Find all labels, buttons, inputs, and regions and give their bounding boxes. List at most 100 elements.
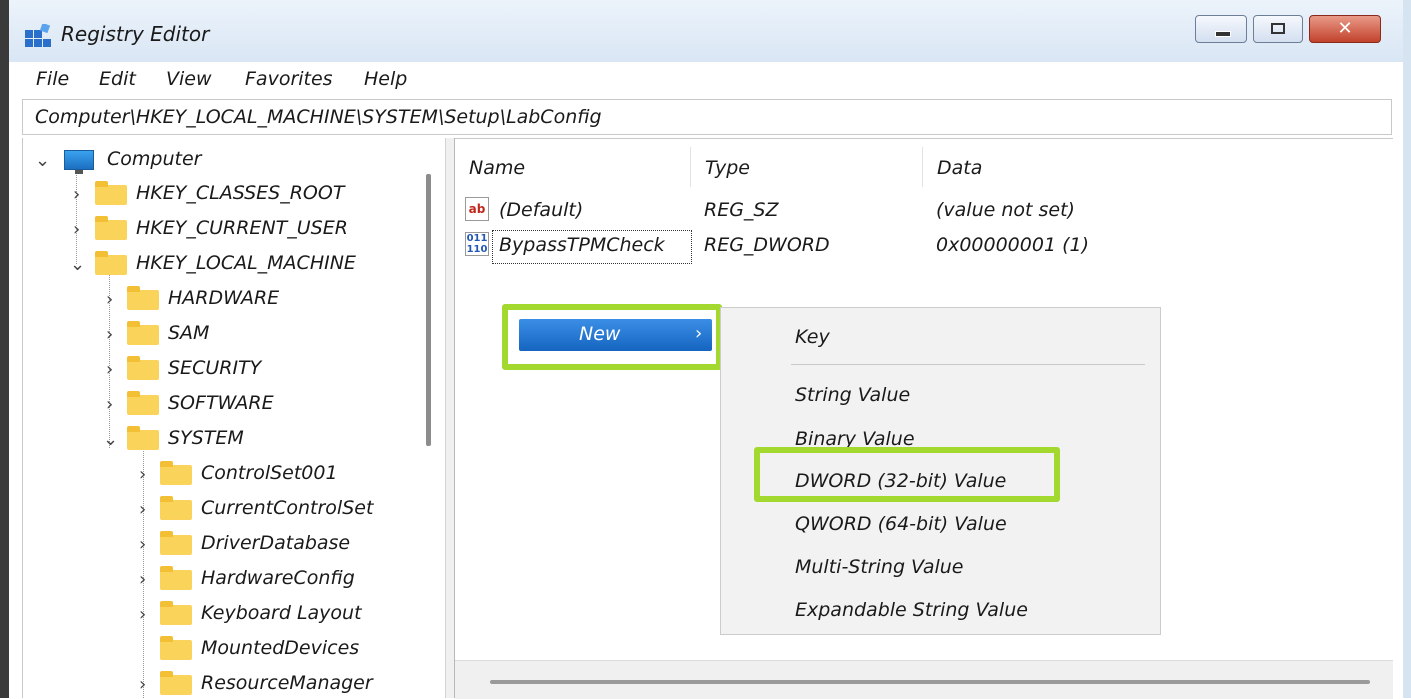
menu-file[interactable]: File: [36, 68, 69, 90]
tree-label: SECURITY: [168, 357, 262, 379]
maximize-button[interactable]: [1253, 15, 1303, 43]
chevron-down-icon: ⌄: [70, 254, 86, 275]
chevron-right-icon: ›: [139, 499, 147, 520]
highlight-dword: [754, 447, 1060, 502]
chevron-right-icon: ›: [139, 569, 147, 590]
key-tree[interactable]: ⌄ Computer › HKEY_CLASSES_ROOT › HKEY_CU…: [22, 138, 446, 698]
string-value-icon: ab: [465, 197, 489, 221]
value-name: (Default): [499, 199, 584, 221]
tree-item-driverdatabase[interactable]: › DriverDatabase: [23, 530, 423, 560]
tree-item-computer[interactable]: ⌄ Computer: [23, 146, 423, 176]
binary-value-icon: 011 110: [465, 232, 489, 256]
folder-icon: [160, 601, 192, 625]
chevron-right-icon: ›: [139, 674, 147, 695]
tree-item-controlset001[interactable]: › ControlSet001: [23, 460, 423, 490]
folder-icon: [127, 286, 159, 310]
pane-splitter[interactable]: [445, 138, 455, 698]
chevron-right-icon: ›: [106, 394, 114, 415]
value-row[interactable]: ab (Default) REG_SZ (value not set): [465, 197, 1365, 227]
value-data: 0x00000001 (1): [936, 234, 1089, 256]
chevron-right-icon: ›: [139, 464, 147, 485]
tree-item-currentcontrolset[interactable]: › CurrentControlSet: [23, 495, 423, 525]
chevron-right-icon: ›: [73, 184, 81, 205]
submenu-item-expandable-string-value[interactable]: Expandable String Value: [795, 599, 1028, 621]
tree-item-security[interactable]: › SECURITY: [23, 355, 423, 385]
menu-favorites[interactable]: Favorites: [245, 68, 333, 90]
menu-view[interactable]: View: [166, 68, 212, 90]
chevron-right-icon: ›: [139, 534, 147, 555]
value-type: REG_SZ: [704, 199, 779, 221]
minimize-icon: [1215, 31, 1231, 37]
menu-edit[interactable]: Edit: [99, 68, 136, 90]
horizontal-scrollbar[interactable]: [490, 680, 1370, 684]
tree-label: ControlSet001: [201, 462, 338, 484]
address-path: Computer\HKEY_LOCAL_MACHINE\SYSTEM\Setup…: [35, 106, 602, 128]
submenu-item-qword-value[interactable]: QWORD (64-bit) Value: [795, 513, 1007, 535]
tree-item-hardware[interactable]: › HARDWARE: [23, 285, 423, 315]
submenu-item-string-value[interactable]: String Value: [795, 384, 910, 406]
tree-item-system[interactable]: ⌄ SYSTEM: [23, 425, 423, 455]
window-right-edge: [1403, 0, 1411, 698]
menu-bar: File Edit View Favorites Help: [9, 62, 1403, 98]
column-header-type[interactable]: Type: [705, 157, 750, 179]
folder-icon: [95, 251, 127, 275]
tree-item-mounteddevices[interactable]: MountedDevices: [23, 635, 423, 665]
window-left-edge: [0, 0, 9, 698]
tree-label: MountedDevices: [201, 637, 360, 659]
tree-label: HKEY_CLASSES_ROOT: [136, 182, 345, 204]
chevron-down-icon: ⌄: [35, 150, 51, 171]
highlight-new: [502, 304, 722, 370]
folder-icon: [127, 391, 159, 415]
tree-label: SOFTWARE: [168, 392, 274, 414]
folder-icon: [160, 496, 192, 520]
tree-guide: [76, 164, 77, 264]
chevron-right-icon: ›: [73, 219, 81, 240]
value-row[interactable]: 011 110 BypassTPMCheck REG_DWORD 0x00000…: [465, 230, 1365, 264]
folder-icon: [160, 636, 192, 660]
tree-label: HardwareConfig: [201, 567, 355, 589]
column-header-name[interactable]: Name: [469, 157, 525, 179]
submenu-separator: [791, 364, 1145, 365]
chevron-right-icon: ›: [106, 324, 114, 345]
menu-help[interactable]: Help: [364, 68, 407, 90]
tree-label: Computer: [107, 148, 202, 170]
tree-label: HARDWARE: [168, 287, 280, 309]
folder-icon: [127, 321, 159, 345]
tree-label: ResourceManager: [201, 672, 373, 694]
maximize-icon: [1271, 23, 1285, 34]
folder-icon: [127, 426, 159, 450]
submenu-item-key[interactable]: Key: [795, 326, 830, 348]
tree-item-resourcemanager[interactable]: › ResourceManager: [23, 670, 423, 698]
tree-item-hardwareconfig[interactable]: › HardwareConfig: [23, 565, 423, 595]
tree-label: HKEY_CURRENT_USER: [136, 217, 348, 239]
folder-icon: [160, 531, 192, 555]
title-bar: Registry Editor ✕: [9, 0, 1403, 62]
column-separator[interactable]: [690, 147, 691, 187]
tree-item-hkcu[interactable]: › HKEY_CURRENT_USER: [23, 215, 423, 245]
chevron-right-icon: ›: [106, 289, 114, 310]
chevron-right-icon: ›: [106, 359, 114, 380]
folder-icon: [160, 461, 192, 485]
close-icon: ✕: [1337, 18, 1353, 39]
folder-icon: [160, 566, 192, 590]
tree-item-software[interactable]: › SOFTWARE: [23, 390, 423, 420]
tree-label: SYSTEM: [168, 427, 244, 449]
minimize-button[interactable]: [1195, 15, 1247, 43]
tree-scrollbar[interactable]: [426, 174, 431, 446]
submenu-item-multi-string-value[interactable]: Multi-String Value: [795, 556, 963, 578]
value-name: BypassTPMCheck: [499, 234, 665, 256]
tree-item-keyboard-layout[interactable]: › Keyboard Layout: [23, 600, 423, 630]
folder-icon: [95, 181, 127, 205]
chevron-right-icon: ›: [139, 604, 147, 625]
folder-icon: [95, 216, 127, 240]
address-bar[interactable]: Computer\HKEY_LOCAL_MACHINE\SYSTEM\Setup…: [22, 99, 1392, 135]
column-header-data[interactable]: Data: [937, 157, 982, 179]
folder-icon: [160, 671, 192, 695]
tree-item-hklm[interactable]: ⌄ HKEY_LOCAL_MACHINE: [23, 250, 423, 280]
tree-item-hkcr[interactable]: › HKEY_CLASSES_ROOT: [23, 180, 423, 210]
column-separator[interactable]: [922, 147, 923, 187]
tree-label: CurrentControlSet: [201, 497, 374, 519]
close-button[interactable]: ✕: [1309, 15, 1381, 43]
value-data: (value not set): [936, 199, 1075, 221]
tree-item-sam[interactable]: › SAM: [23, 320, 423, 350]
